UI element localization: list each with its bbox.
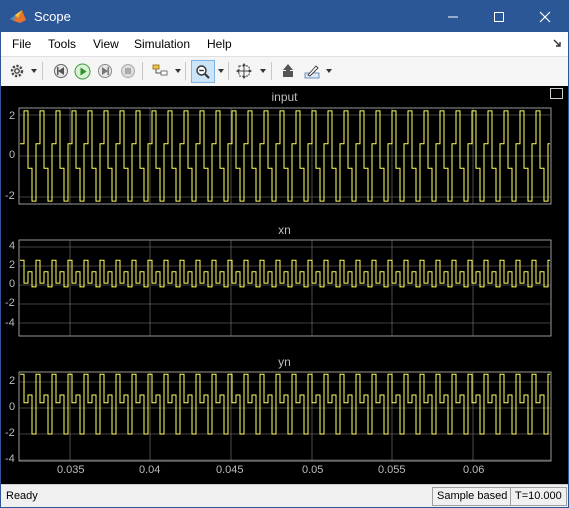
- dock-pin-icon[interactable]: [552, 38, 562, 48]
- sample-mode-badge: Sample based: [432, 487, 513, 506]
- toolbar-separator: [142, 62, 143, 80]
- axes-frame-yn: [18, 371, 552, 462]
- status-text: Ready: [6, 490, 38, 502]
- zoom-icon[interactable]: [191, 60, 215, 83]
- menu-view[interactable]: View: [93, 37, 119, 51]
- xtick-label: 0.055: [378, 464, 406, 476]
- signal-select-icon[interactable]: [150, 61, 172, 81]
- highlight-icon[interactable]: [302, 61, 322, 81]
- xtick-label: 0.05: [302, 464, 324, 476]
- minimize-button[interactable]: [430, 1, 476, 32]
- write-icon[interactable]: [278, 61, 298, 81]
- menu-bar: File Tools View Simulation Help: [1, 32, 568, 56]
- ytick-label: 0: [9, 278, 16, 290]
- toolbar-separator: [185, 62, 186, 80]
- maximize-button[interactable]: [476, 1, 522, 32]
- ytick-label: 0: [9, 149, 16, 161]
- menu-file[interactable]: File: [12, 37, 31, 51]
- run-icon[interactable]: [72, 61, 92, 81]
- ytick-label: -2: [5, 297, 15, 309]
- matlab-scope-icon: [10, 10, 26, 23]
- close-button[interactable]: [522, 1, 568, 32]
- scope-axes[interactable]: [1, 86, 568, 484]
- title-bar: Scope: [1, 1, 568, 32]
- autoscale-dropdown-icon[interactable]: [260, 69, 266, 73]
- ytick-label: 2: [9, 110, 16, 122]
- xtick-label: 0.04: [139, 464, 161, 476]
- status-bar: Ready Sample based T=10.000: [1, 484, 568, 507]
- ytick-label: -2: [5, 190, 15, 202]
- toolbar-separator: [271, 62, 272, 80]
- stop-icon[interactable]: [118, 61, 138, 81]
- menu-help[interactable]: Help: [207, 37, 232, 51]
- zoom-dropdown-icon[interactable]: [218, 69, 224, 73]
- step-forward-icon[interactable]: [95, 61, 115, 81]
- window-title: Scope: [34, 9, 71, 24]
- signal-select-dropdown-icon[interactable]: [175, 69, 181, 73]
- autoscale-icon[interactable]: [234, 61, 254, 81]
- menu-tools[interactable]: Tools: [48, 37, 76, 51]
- ytick-label: -2: [5, 427, 15, 439]
- gear-icon[interactable]: [7, 61, 27, 81]
- xtick-label: 0.045: [216, 464, 244, 476]
- ytick-label: -4: [5, 453, 15, 465]
- xtick-label: 0.035: [57, 464, 85, 476]
- xtick-label: 0.06: [463, 464, 485, 476]
- ytick-label: 2: [9, 375, 16, 387]
- ytick-label: 4: [9, 240, 16, 252]
- sim-time-badge: T=10.000: [510, 487, 567, 506]
- ytick-label: -4: [5, 317, 15, 329]
- axes-frame-xn: [18, 239, 552, 337]
- step-back-icon[interactable]: [51, 61, 71, 81]
- ytick-label: 0: [9, 401, 16, 413]
- ytick-label: 2: [9, 259, 16, 271]
- settings-dropdown-icon[interactable]: [31, 69, 37, 73]
- toolbar: [1, 56, 568, 87]
- scope-window: Scope File Tools View Simulation Help in…: [0, 0, 569, 508]
- menu-simulation[interactable]: Simulation: [134, 37, 190, 51]
- toolbar-separator: [228, 62, 229, 80]
- toolbar-separator: [42, 62, 43, 80]
- highlight-dropdown-icon[interactable]: [326, 69, 332, 73]
- scope-plot-area: input xn yn 2 0 -2 4 2 0 -2 -4 2 0 -2 -4…: [1, 86, 568, 484]
